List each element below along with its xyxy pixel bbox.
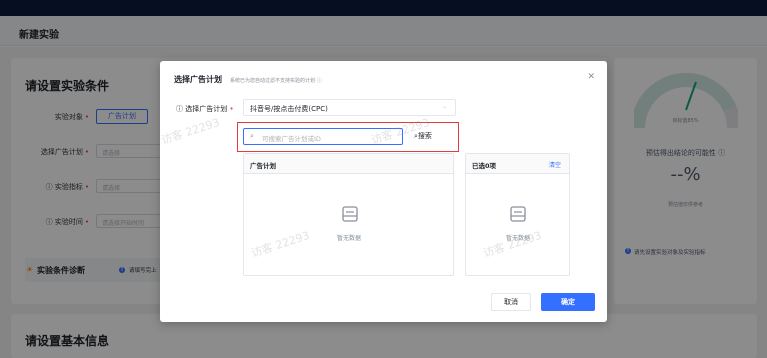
search-placeholder: 可搜索广告计划或ID bbox=[262, 135, 321, 143]
confirm-button[interactable]: 确定 bbox=[541, 293, 595, 311]
ad-plan-list-panel: 广告计划 暂无数据 bbox=[243, 153, 454, 276]
left-empty-text: 暂无数据 bbox=[337, 235, 362, 242]
cancel-button[interactable]: 取消 bbox=[491, 293, 531, 311]
close-icon[interactable]: ✕ bbox=[587, 72, 595, 82]
ad-plan-list-header: 广告计划 bbox=[244, 154, 453, 174]
selected-header: 已选0项 清空 bbox=[466, 154, 569, 174]
modal-plan-label: ⓘ 选择广告计划 • bbox=[176, 105, 234, 113]
empty-box-icon bbox=[342, 206, 358, 222]
empty-box-icon bbox=[510, 206, 526, 222]
selected-count: 已选0项 bbox=[472, 162, 497, 170]
modal-subtitle: 系统已为您自动过滤不支持实验的计划 ⓘ bbox=[230, 78, 322, 84]
chevron-down-icon: ⌄ bbox=[441, 103, 447, 110]
select-ad-plan-modal: 选择广告计划 系统已为您自动过滤不支持实验的计划 ⓘ ✕ ⓘ 选择广告计划 • … bbox=[160, 61, 607, 322]
selected-panel: 已选0项 清空 暂无数据 bbox=[465, 153, 570, 276]
plan-type-value: 抖音号/按点击付费(CPC) bbox=[250, 105, 328, 113]
ad-plan-list-title: 广告计划 bbox=[250, 162, 276, 170]
plan-type-select[interactable]: 抖音号/按点击付费(CPC) ⌄ bbox=[243, 99, 456, 116]
search-icon: ⌕ bbox=[250, 132, 254, 140]
clear-link[interactable]: 清空 bbox=[549, 160, 561, 169]
watermark: 访客 22293 bbox=[159, 115, 222, 148]
modal-title: 选择广告计划 bbox=[174, 75, 222, 84]
